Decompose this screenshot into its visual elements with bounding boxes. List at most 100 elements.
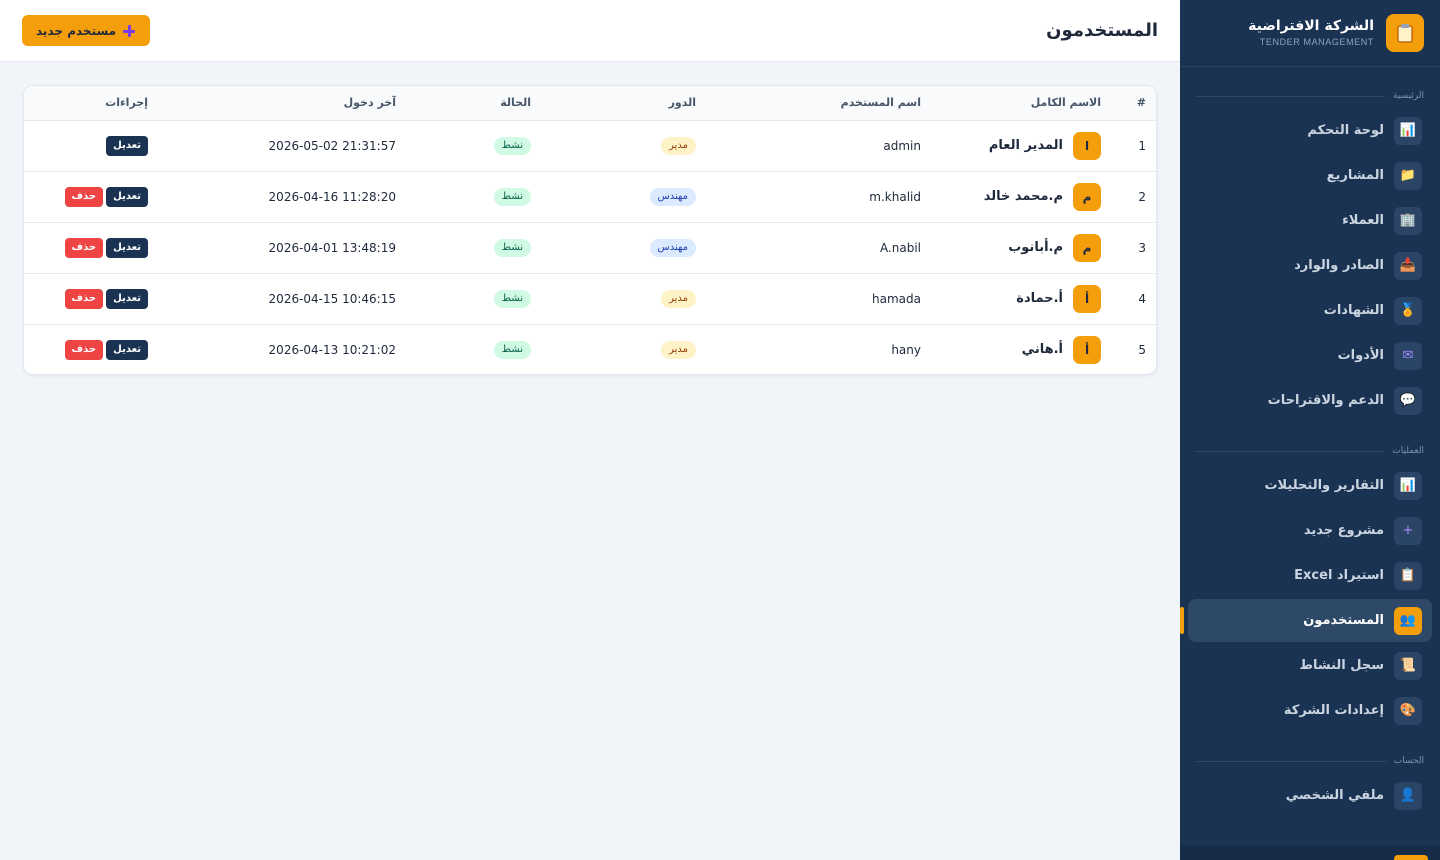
sidebar-item-label: استيراد Excel [1294, 568, 1384, 583]
new-user-button[interactable]: مستخدم جديد [22, 15, 151, 46]
avatar: م [1073, 233, 1101, 262]
sidebar-item[interactable]: 🏅 الشهادات [1188, 289, 1432, 332]
full-name-cell: ا المدير العام [931, 120, 1111, 171]
sidebar-nav: الرئيسية 📊 لوحة التحكم 📁 المشاريع 🏢 العملاء 📥 ال… [1180, 89, 1440, 817]
sidebar-item[interactable]: 💬 الدعم والاقتراحات [1188, 379, 1432, 422]
full-name: أ.حمادة [1016, 291, 1063, 306]
sidebar-item-label: الدعم والاقتراحات [1267, 393, 1384, 408]
username: A.nabil [879, 240, 921, 255]
users-table: # الاسم الكامل اسم المستخدم الدور الحالة… [24, 86, 1156, 374]
sidebar-item-label: الأدوات [1337, 348, 1384, 363]
actions-cell: حذف تعديل [24, 324, 158, 374]
role-badge: مدير [661, 289, 696, 308]
sidebar-item[interactable]: 📊 التقارير والتحليلات [1188, 464, 1432, 507]
last-login: 2026-05-02 21:31:57 [268, 138, 396, 153]
actions-cell: حذف تعديل [24, 222, 158, 273]
table-row: 1 ا المدير العام admin مدير نشط 2026-05-02 21:… [24, 120, 1156, 171]
edit-button[interactable]: تعديل [106, 339, 148, 360]
sidebar-item[interactable]: 🎨 إعدادات الشركة [1188, 689, 1432, 732]
chart-icon: 📊 [1394, 471, 1422, 500]
role-badge: مهندس [649, 187, 696, 206]
sidebar-item-label: الشهادات [1323, 303, 1384, 318]
clipboard-icon: 📋 [1394, 561, 1422, 590]
sidebar-item[interactable]: 📁 المشاريع [1188, 154, 1432, 197]
nav-section-header: العمليات [1180, 444, 1440, 458]
sidebar-item[interactable]: 📥 الصادر والوارد [1188, 244, 1432, 287]
sidebar-item-label: الصادر والوارد [1294, 258, 1384, 273]
row-number: 2 [1138, 189, 1146, 204]
status-badge: نشط [493, 340, 531, 359]
user-icon: 👤 [1394, 781, 1422, 810]
edit-button[interactable]: تعديل [106, 288, 148, 309]
brand-header[interactable]: الشركة الافتراضية TENDER MANAGEMENT [1180, 0, 1440, 67]
users-table-body: 1 ا المدير العام admin مدير نشط 2026-05-02 21:… [24, 120, 1156, 374]
column-header-actions: إجراءات [24, 86, 158, 121]
edit-button[interactable]: تعديل [106, 135, 148, 156]
mail-icon: ✉ [1394, 341, 1422, 370]
plus-icon: + [1394, 516, 1422, 545]
last-login: 2026-04-16 11:28:20 [268, 189, 396, 204]
full-name: م.محمد خالد [983, 189, 1063, 204]
table-row: 5 أ أ.هاني hany مدير نشط 2026-04-13 10:21:02 حذ… [24, 324, 1156, 374]
building-icon: 🏢 [1394, 206, 1422, 235]
brand-name: الشركة الافتراضية [1248, 18, 1374, 34]
username: hany [891, 342, 921, 357]
divider [1196, 760, 1386, 762]
actions-cell: تعديل [24, 120, 158, 171]
edit-button[interactable]: تعديل [106, 186, 148, 207]
sidebar-item[interactable]: ✉ الأدوات [1188, 334, 1432, 377]
delete-button[interactable]: حذف [64, 237, 104, 258]
delete-button[interactable]: حذف [64, 186, 104, 207]
clipboard-icon [1386, 14, 1424, 52]
palette-icon: 🎨 [1394, 696, 1422, 725]
status-badge: نشط [493, 187, 531, 206]
nav-section-header: الحساب [1180, 754, 1440, 768]
footer-accent [1394, 855, 1428, 860]
delete-button[interactable]: حذف [64, 288, 104, 309]
column-header-role: الدور [541, 86, 706, 121]
avatar: أ [1073, 284, 1101, 313]
sidebar-item[interactable]: 👤 ملفي الشخصي [1188, 774, 1432, 817]
row-number: 3 [1138, 240, 1146, 255]
full-name-cell: أ أ.حمادة [931, 273, 1111, 324]
users-icon: 👥 [1394, 606, 1422, 635]
role-cell: مدير [541, 273, 706, 324]
sidebar-item[interactable]: + مشروع جديد [1188, 509, 1432, 552]
role-badge: مدير [661, 340, 696, 359]
sidebar-footer [1180, 846, 1440, 860]
full-name: المدير العام [988, 138, 1063, 153]
table-row: 3 م م.أبانوب A.nabil مهندس نشط 2026-04-01 13:4… [24, 222, 1156, 273]
sidebar-item[interactable]: 📊 لوحة التحكم [1188, 109, 1432, 152]
sidebar-item[interactable]: 👥 المستخدمون [1180, 599, 1432, 642]
new-user-label: مستخدم جديد [36, 23, 117, 38]
role-badge: مهندس [649, 238, 696, 257]
role-cell: مدير [541, 324, 706, 374]
sidebar-item-label: المستخدمون [1303, 613, 1384, 628]
sidebar: الشركة الافتراضية TENDER MANAGEMENT الرئ… [1180, 0, 1440, 860]
edit-button[interactable]: تعديل [106, 237, 148, 258]
full-name-cell: أ أ.هاني [931, 324, 1111, 374]
username: admin [883, 138, 921, 153]
role-cell: مهندس [541, 222, 706, 273]
plus-icon [122, 24, 136, 38]
status-badge: نشط [493, 136, 531, 155]
column-header-last-login: آخر دخول [158, 86, 406, 121]
chat-icon: 💬 [1394, 386, 1422, 415]
sidebar-item[interactable]: 📋 استيراد Excel [1188, 554, 1432, 597]
sidebar-item[interactable]: 📜 سجل النشاط [1188, 644, 1432, 687]
row-number: 4 [1138, 291, 1146, 306]
column-header-full-name: الاسم الكامل [931, 86, 1111, 121]
full-name-cell: م م.أبانوب [931, 222, 1111, 273]
table-row: 2 م م.محمد خالد m.khalid مهندس نشط 2026-04-16 … [24, 171, 1156, 222]
users-table-card: # الاسم الكامل اسم المستخدم الدور الحالة… [23, 85, 1157, 375]
nav-section-title: الحساب [1393, 756, 1424, 766]
column-header-number: # [1111, 86, 1156, 121]
sidebar-item[interactable]: 🏢 العملاء [1188, 199, 1432, 242]
nav-section-title: الرئيسية [1393, 91, 1424, 101]
full-name-cell: م م.محمد خالد [931, 171, 1111, 222]
status-badge: نشط [493, 238, 531, 257]
sidebar-item-label: المشاريع [1326, 168, 1384, 183]
inbox-icon: 📥 [1394, 251, 1422, 280]
delete-button[interactable]: حذف [64, 339, 104, 360]
username: m.khalid [869, 189, 921, 204]
